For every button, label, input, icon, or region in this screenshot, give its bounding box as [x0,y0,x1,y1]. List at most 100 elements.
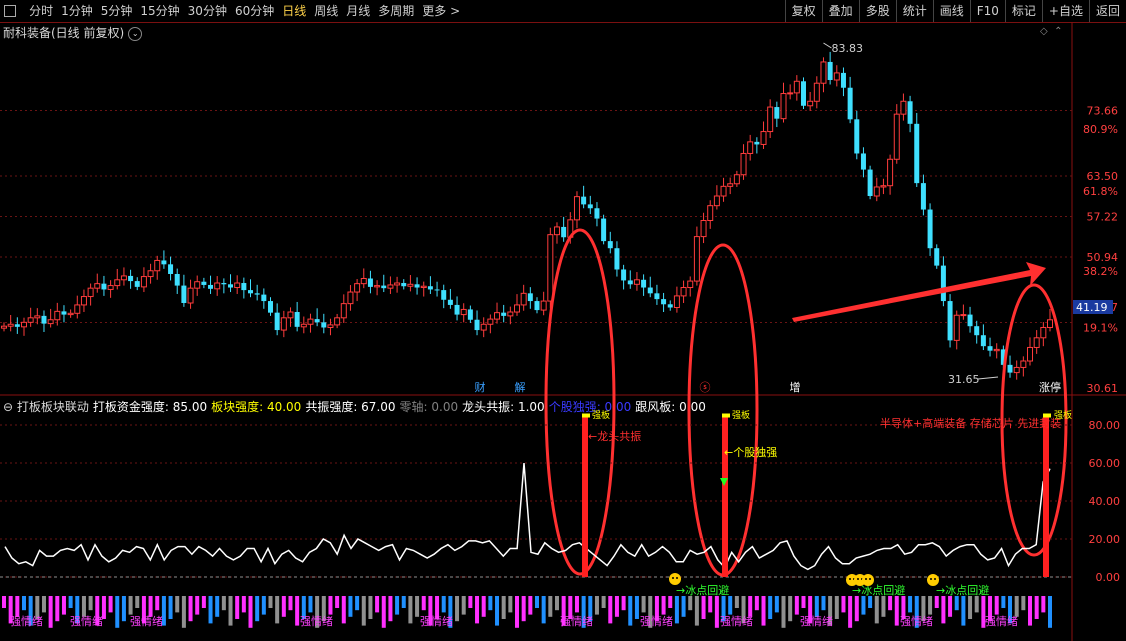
candle-body [67,312,74,316]
bottom-bar [694,596,699,626]
annotation-8: 强板 [1054,409,1072,421]
annotation-2: 半导体+高端装备 存储芯片 先进封装 [880,416,1061,430]
price-axis-label-0: 73.66 [1087,105,1119,118]
bottom-bar [541,596,546,624]
candle-body [267,301,273,313]
candle-body [720,185,727,197]
candle-body [467,309,473,320]
bottom-bar [834,596,839,619]
candle-body [181,285,187,303]
candle-body [687,280,694,289]
indicator-axis-label-4: 0.00 [1096,571,1121,584]
candle-body [20,321,27,328]
bottom-bar [268,596,273,608]
bottom-bar [854,596,859,622]
candle-body [101,283,107,290]
bottom-bar [594,596,599,615]
high-price-label: 83.83 [831,42,863,55]
bottom-bar [55,596,60,622]
candle-body [507,311,514,317]
bottom-bar [208,596,213,624]
candle-body [860,153,866,170]
bottom-text-9: 强情绪 [900,614,933,628]
bottom-bar [168,596,173,619]
face-eye-icon [869,578,871,580]
bottom-bar [508,596,513,613]
candle-body [654,293,660,300]
candle-body [494,312,501,320]
bottom-bar [41,596,46,613]
bottom-bar [241,596,246,613]
candle-body [621,269,627,281]
bottom-bar [481,596,486,617]
candle-body [161,260,167,265]
candle-body [873,186,880,197]
candle-body [147,270,154,278]
candle-body [401,283,407,287]
candle-body [1007,364,1013,373]
candle-body [321,322,327,328]
candle-body [754,141,760,145]
bottom-bar [228,596,233,626]
candle-body [641,279,647,288]
highlight-ellipse-1 [544,228,616,576]
candle-body [14,324,20,327]
bottom-bar [475,596,480,624]
candle-body [454,304,460,315]
candle-body [354,283,361,293]
candle-body [1027,346,1034,362]
candle-body [234,282,241,289]
candle-body [594,208,600,219]
candle-body [201,281,207,285]
candle-body [661,299,667,305]
bottom-bar [515,596,520,628]
candle-body [733,174,740,185]
candle-body [434,289,440,291]
candle-body [114,279,121,287]
candle-body [480,323,487,331]
candle-body [774,107,780,119]
bottom-bar [501,596,506,619]
bottom-bar [768,596,773,619]
event-marker-1: 解 [515,380,526,394]
bottom-bar [148,596,153,617]
candle-body [287,311,294,319]
bottom-bar [88,596,93,611]
candle-body [1020,360,1027,368]
candle-body [300,323,307,328]
candle-body [693,236,700,282]
annotation-1: ←个股独强 [724,446,777,459]
face-eye-icon [934,578,936,580]
candle-body [827,61,833,80]
price-axis-label-4: 57.22 [1087,211,1119,224]
bottom-bar [908,596,913,613]
candle-body [707,205,714,221]
candle-body [614,248,620,270]
bottom-bar [621,596,626,611]
candle-body [573,196,580,221]
bottom-bar [634,596,639,619]
candle-body [347,291,354,305]
candle-body [880,185,887,188]
candle-body [547,234,554,302]
indicator-axis-label-3: 20.00 [1089,533,1121,546]
candle-body [920,183,926,210]
candle-body [360,278,367,285]
candle-body [893,113,900,160]
candle-body [228,284,234,288]
bottom-bar [1028,596,1033,626]
bottom-bar [554,596,559,611]
bottom-bar [455,596,460,622]
bottom-bar [121,596,126,622]
candle-body [987,346,993,351]
bottom-bar [574,596,579,613]
face-icon-0 [669,573,681,585]
candle-body [27,317,34,323]
face-eye-icon [930,578,932,580]
candle-body [633,279,640,285]
candle-body [261,294,267,302]
candle-body [787,92,794,95]
annotation-7: 强板 [732,409,750,421]
indicator-yellow-cap-1 [722,413,730,418]
bottom-bar [528,596,533,615]
